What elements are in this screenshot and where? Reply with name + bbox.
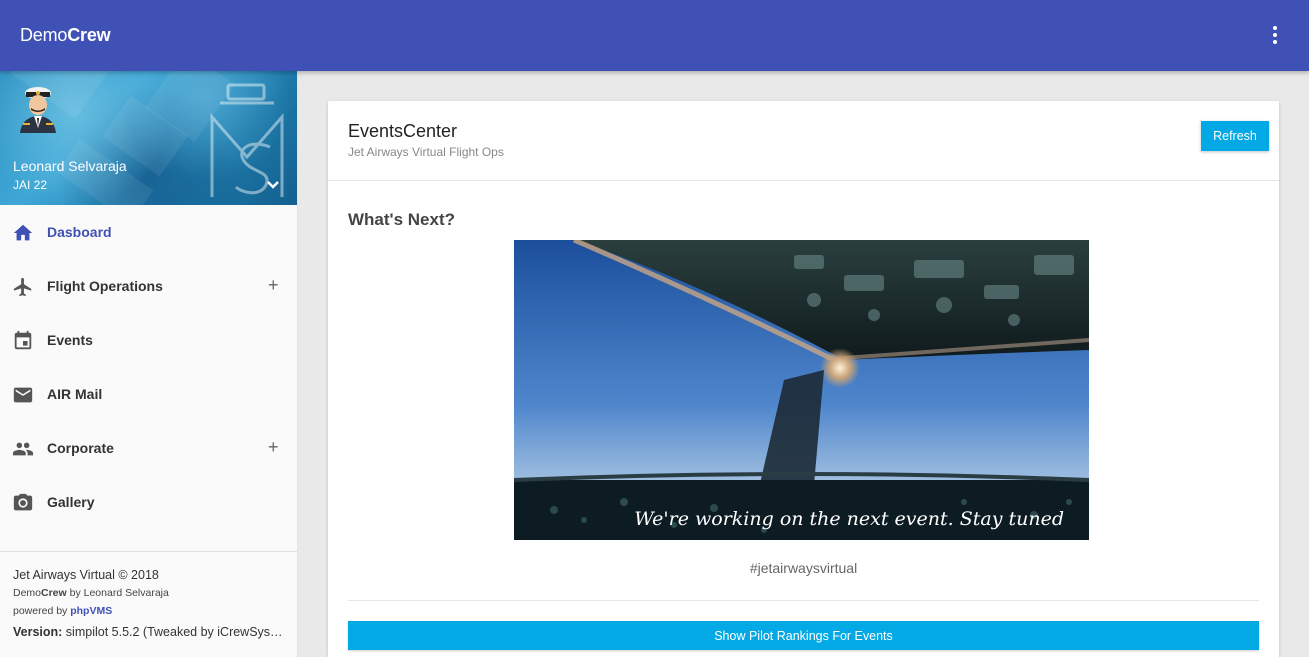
page-title: EventsCenter [348, 121, 458, 141]
card-header: EventsCenter Jet Airways Virtual Flight … [328, 101, 1279, 181]
refresh-button[interactable]: Refresh [1201, 121, 1269, 151]
event-hero-image: We're working on the next event. Stay tu… [514, 240, 1089, 540]
sidebar-item-gallery[interactable]: Gallery [0, 475, 297, 529]
sidebar-item-label: Corporate [47, 440, 114, 456]
sidebar-item-events[interactable]: Events [0, 313, 297, 367]
show-pilot-rankings-button[interactable]: Show Pilot Rankings For Events [348, 621, 1259, 650]
expand-plus-icon[interactable]: + [268, 438, 279, 456]
sidebar-item-corporate[interactable]: Corporate + [0, 421, 297, 475]
sidebar-item-label: Gallery [47, 494, 95, 510]
footer-credit-brand: Crew [41, 587, 67, 599]
brand-prefix: Demo [20, 25, 68, 45]
mail-icon [13, 387, 33, 403]
camera-icon [13, 493, 33, 511]
brand-logo[interactable]: DemoCrew [20, 25, 111, 46]
sidebar-menu: Dasboard Flight Operations + Events AIR … [0, 205, 297, 529]
phpvms-link[interactable]: phpVMS [70, 605, 112, 617]
expand-plus-icon[interactable]: + [268, 276, 279, 294]
top-app-bar: DemoCrew [0, 0, 1309, 71]
brand-suffix: Crew [67, 25, 111, 45]
chevron-down-icon[interactable] [266, 179, 280, 191]
calendar-icon [14, 330, 32, 350]
sidebar-item-air-mail[interactable]: AIR Mail [0, 367, 297, 421]
sidebar-item-label: Flight Operations [47, 278, 163, 294]
sidebar-item-flight-operations[interactable]: Flight Operations + [0, 259, 297, 313]
sidebar-footer: Jet Airways Virtual © 2018 DemoCrew by L… [0, 551, 297, 657]
hero-caption: We're working on the next event. Stay tu… [634, 508, 1064, 530]
sidebar: Leonard Selvaraja JAI 22 Dasboard Flight… [0, 71, 298, 657]
section-title: What's Next? [348, 210, 455, 229]
sidebar-item-label: Events [47, 332, 93, 348]
version-label: Version: [13, 625, 63, 639]
pilot-avatar[interactable] [16, 83, 60, 133]
footer-powered-prefix: powered by [13, 605, 71, 617]
more-vert-icon[interactable] [1267, 26, 1283, 48]
footer-copyright: Jet Airways Virtual © 2018 [13, 568, 159, 582]
airplane-icon [13, 277, 32, 297]
sidebar-item-label: Dasboard [47, 224, 112, 240]
hashtag-text: #jetairwaysvirtual [749, 560, 858, 576]
divider [348, 600, 1259, 601]
home-icon [13, 224, 33, 241]
profile-header: Leonard Selvaraja JAI 22 [0, 71, 297, 205]
pilot-name: Leonard Selvaraja [13, 158, 127, 174]
sidebar-item-dashboard[interactable]: Dasboard [0, 205, 297, 259]
version-value: simpilot 5.5.2 (Tweaked by iCrewSystems) [62, 625, 283, 639]
page-subtitle: Jet Airways Virtual Flight Ops [348, 145, 504, 159]
footer-version: Version: simpilot 5.5.2 (Tweaked by iCre… [13, 625, 283, 639]
events-center-card: EventsCenter Jet Airways Virtual Flight … [328, 101, 1279, 657]
footer-powered-by: powered by phpVMS [13, 605, 284, 617]
footer-credit-prefix: Demo [13, 587, 42, 599]
footer-credit: DemoCrew by Leonard Selvaraja [13, 587, 284, 599]
pilot-callsign: JAI 22 [13, 178, 48, 192]
airline-emblem-icon [210, 83, 284, 197]
footer-credit-suffix: by Leonard Selvaraja [66, 587, 169, 599]
sidebar-item-label: AIR Mail [47, 386, 103, 402]
people-icon [12, 442, 34, 456]
